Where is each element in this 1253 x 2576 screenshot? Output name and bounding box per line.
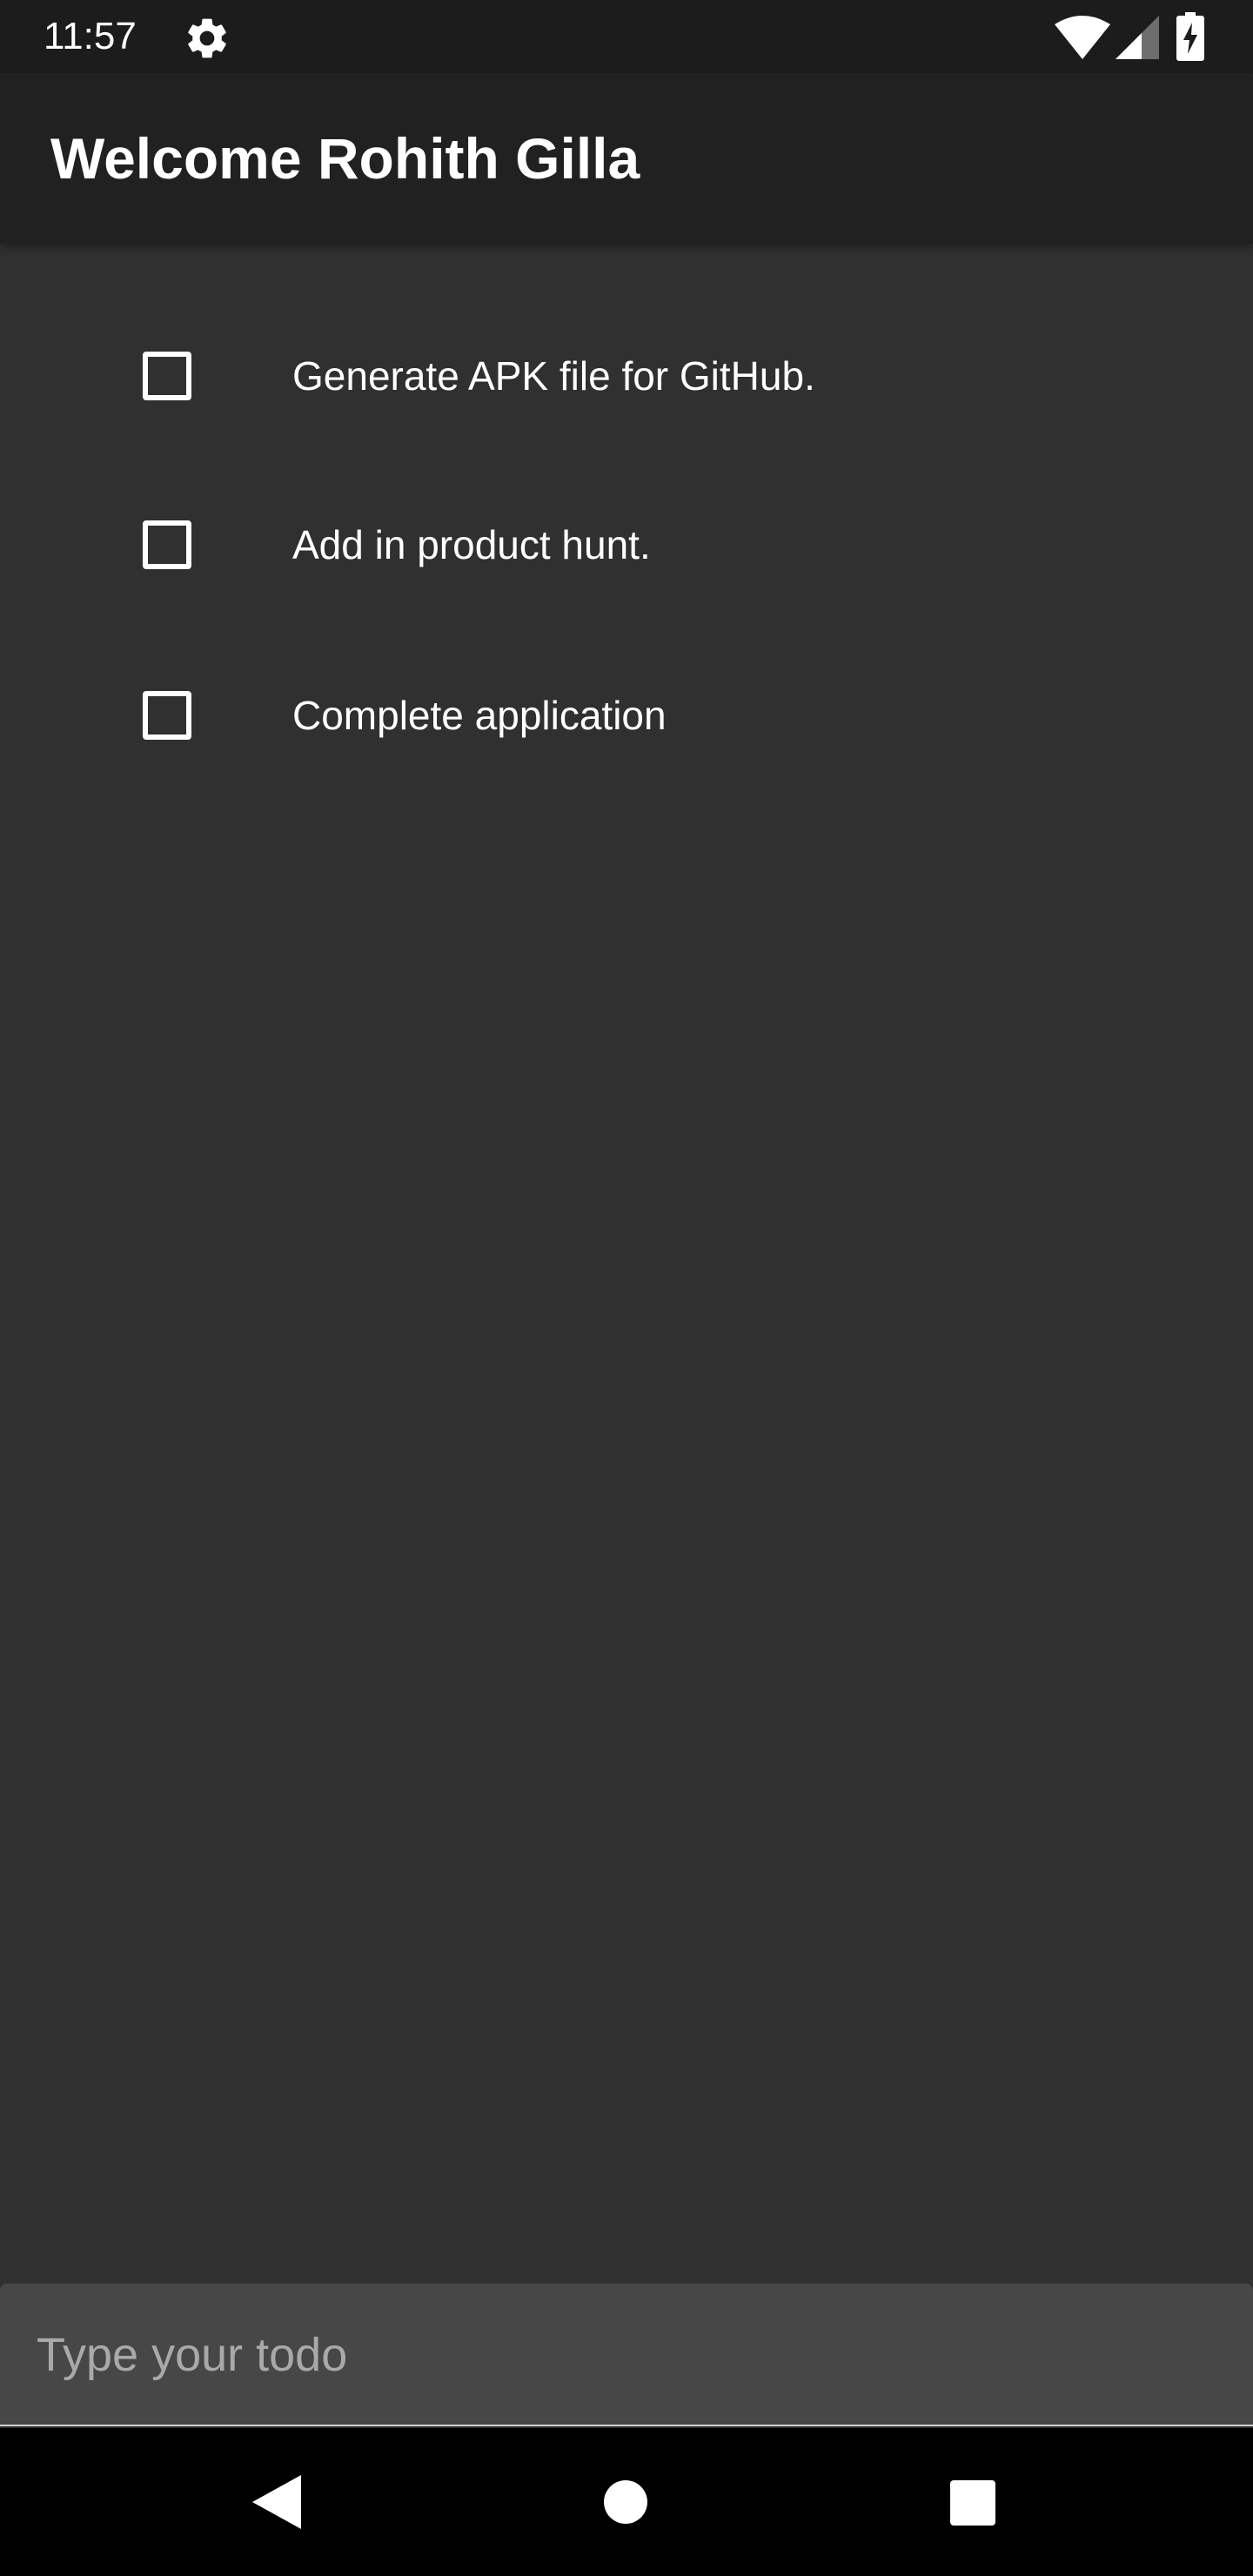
todo-item[interactable]: Add in product hunt. xyxy=(0,414,1253,585)
todo-label: Add in product hunt. xyxy=(292,522,651,567)
todo-input[interactable] xyxy=(37,2318,1211,2392)
wifi-icon xyxy=(1055,16,1110,59)
signal-icon xyxy=(1116,16,1159,59)
home-icon[interactable] xyxy=(604,2480,647,2524)
gear-icon xyxy=(188,18,226,58)
recents-icon[interactable] xyxy=(950,2480,995,2526)
status-time: 11:57 xyxy=(44,15,137,57)
todo-checkbox[interactable] xyxy=(143,691,191,740)
todo-checkbox[interactable] xyxy=(143,520,191,569)
todo-label: Complete application xyxy=(292,693,667,738)
app-bar: Welcome Rohith Gilla xyxy=(0,73,1253,244)
page-title: Welcome Rohith Gilla xyxy=(50,126,640,191)
todo-input-bar xyxy=(0,2284,1253,2426)
navigation-bar xyxy=(0,2428,1253,2576)
status-bar: 11:57 xyxy=(0,0,1253,73)
battery-charging-icon xyxy=(1176,12,1204,61)
todo-label: Generate APK file for GitHub. xyxy=(292,353,815,399)
todo-item[interactable]: Complete application xyxy=(0,585,1253,755)
back-icon[interactable] xyxy=(252,2475,301,2529)
todo-checkbox[interactable] xyxy=(143,352,191,400)
todo-list: Generate APK file for GitHub. Add in pro… xyxy=(0,244,1253,755)
todo-item[interactable]: Generate APK file for GitHub. xyxy=(0,244,1253,414)
